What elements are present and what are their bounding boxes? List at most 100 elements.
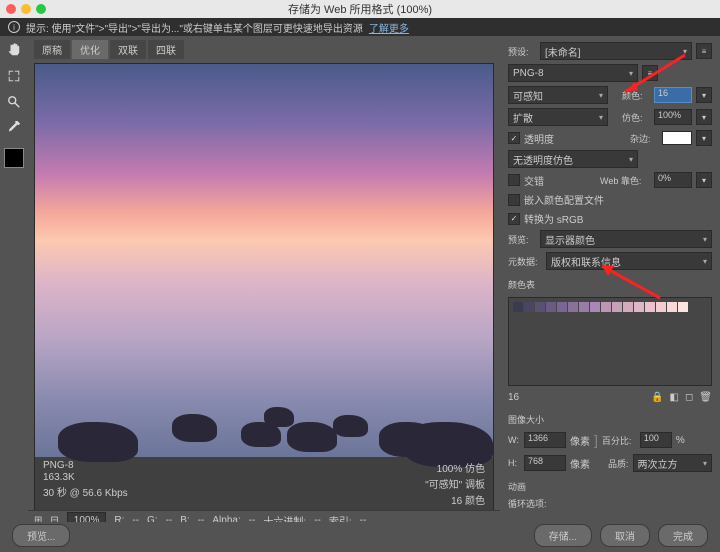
colors-stepper-icon[interactable]: ▾: [696, 87, 712, 103]
colors-input[interactable]: 16: [654, 87, 692, 103]
info-colors: 16 颜色: [425, 492, 485, 507]
hand-tool[interactable]: [4, 40, 24, 60]
minimize-icon[interactable]: [21, 4, 31, 14]
reduction-select[interactable]: 可感知: [508, 86, 608, 104]
toolbar: [0, 36, 28, 516]
dither-stepper-icon[interactable]: ▾: [696, 109, 712, 125]
color-swatch[interactable]: [546, 302, 556, 312]
color-swatch[interactable]: [656, 302, 666, 312]
link-icon[interactable]: ]: [594, 432, 598, 448]
learn-more-link[interactable]: 了解更多: [369, 20, 409, 35]
format-menu-icon[interactable]: ≡: [642, 65, 658, 81]
trans-dither-select[interactable]: 无透明度仿色: [508, 150, 638, 168]
matte-menu-icon[interactable]: ▾: [696, 130, 712, 146]
metadata-label: 元数据:: [508, 255, 542, 268]
dialog-buttons: 预览... 存储... 取消 完成: [0, 522, 720, 548]
preset-menu-icon[interactable]: ≡: [696, 43, 712, 59]
web-snap-input[interactable]: 0%: [654, 172, 692, 188]
matte-label: 杂边:: [630, 132, 658, 145]
preview-info: PNG-8 163.3K 30 秒 @ 56.6 Kbps 100% 仿色 "可…: [35, 456, 493, 511]
color-swatch[interactable]: [634, 302, 644, 312]
image-size-label: 图像大小: [508, 413, 712, 426]
done-button[interactable]: 完成: [658, 524, 708, 547]
color-swatch[interactable]: [623, 302, 633, 312]
convert-srgb-label: 转换为 sRGB: [524, 211, 583, 226]
color-swatch[interactable]: [513, 302, 523, 312]
embed-profile-label: 嵌入颜色配置文件: [524, 192, 604, 207]
dither-method-select[interactable]: 扩散: [508, 108, 608, 126]
interlaced-label: 交错: [524, 173, 544, 188]
tab-4up[interactable]: 四联: [148, 40, 184, 59]
cancel-button[interactable]: 取消: [600, 524, 650, 547]
window-title: 存储为 Web 所用格式 (100%): [288, 1, 432, 17]
trash-icon[interactable]: 🗑: [699, 392, 712, 403]
titlebar: 存储为 Web 所用格式 (100%): [0, 0, 720, 18]
quality-select[interactable]: 两次立方: [633, 454, 712, 472]
loop-label: 循环选项:: [508, 497, 556, 510]
preview-image: [35, 64, 493, 457]
transparency-checkbox[interactable]: [508, 132, 520, 144]
format-select[interactable]: PNG-8: [508, 64, 638, 82]
tab-optimized[interactable]: 优化: [72, 40, 108, 59]
info-time: 30 秒 @ 56.6 Kbps: [43, 484, 128, 499]
zoom-tool[interactable]: [4, 92, 24, 112]
percent-label: 百分比:: [602, 434, 636, 447]
dither-label: 仿色:: [622, 111, 650, 124]
new-color-icon[interactable]: ◻: [685, 392, 693, 403]
metadata-select[interactable]: 版权和联系信息: [546, 252, 712, 270]
width-label: W:: [508, 435, 520, 445]
color-swatch[interactable]: [557, 302, 567, 312]
matte-swatch[interactable]: [662, 131, 692, 145]
close-icon[interactable]: [6, 4, 16, 14]
color-table[interactable]: [508, 297, 712, 386]
hint-text: 提示: 使用"文件">"导出">"导出为..."或右键单击某个图层可更快速地导出…: [26, 20, 363, 35]
tab-original[interactable]: 原稿: [34, 40, 70, 59]
height-input[interactable]: 768: [524, 455, 566, 471]
width-input[interactable]: 1366: [524, 432, 566, 448]
info-size: 163.3K: [43, 472, 128, 483]
embed-profile-checkbox[interactable]: [508, 194, 520, 206]
preview-label: 预览:: [508, 233, 536, 246]
web-snap-stepper-icon[interactable]: ▾: [696, 172, 712, 188]
preset-select[interactable]: [未命名]: [540, 42, 692, 60]
preview-button[interactable]: 预览...: [12, 524, 70, 547]
map-icon[interactable]: ◧: [670, 392, 679, 403]
preview-select[interactable]: 显示器颜色: [540, 230, 712, 248]
foreground-color[interactable]: [4, 148, 24, 168]
maximize-icon[interactable]: [36, 4, 46, 14]
animation-label: 动画: [508, 480, 712, 493]
transparency-label: 透明度: [524, 131, 554, 146]
color-swatch[interactable]: [535, 302, 545, 312]
preview-tabs: 原稿 优化 双联 四联: [34, 40, 494, 59]
color-swatch[interactable]: [568, 302, 578, 312]
window-controls: [6, 4, 46, 14]
hint-bar: i 提示: 使用"文件">"导出">"导出为..."或右键单击某个图层可更快速地…: [0, 18, 720, 36]
convert-srgb-checkbox[interactable]: [508, 213, 520, 225]
slice-select-tool[interactable]: [4, 66, 24, 86]
dither-input[interactable]: 100%: [654, 109, 692, 125]
save-button[interactable]: 存储...: [534, 524, 592, 547]
eyedropper-tool[interactable]: [4, 118, 24, 138]
color-swatch[interactable]: [612, 302, 622, 312]
color-swatch[interactable]: [667, 302, 677, 312]
colors-label: 颜色:: [622, 89, 650, 102]
color-swatch[interactable]: [590, 302, 600, 312]
interlaced-checkbox[interactable]: [508, 174, 520, 186]
height-unit: 像素: [570, 456, 590, 471]
settings-panel: 预设: [未命名] ≡ PNG-8 ≡ 可感知 颜色: 16 ▾ 扩散 仿色: …: [500, 36, 720, 516]
tab-2up[interactable]: 双联: [110, 40, 146, 59]
color-swatch[interactable]: [645, 302, 655, 312]
color-table-label: 颜色表: [508, 278, 712, 291]
lock-icon[interactable]: 🔒: [651, 392, 663, 403]
info-dither: 100% 仿色: [425, 460, 485, 475]
preset-label: 预设:: [508, 45, 536, 58]
info-format: PNG-8: [43, 460, 128, 471]
width-unit: 像素: [570, 433, 590, 448]
color-swatch[interactable]: [678, 302, 688, 312]
color-swatch[interactable]: [524, 302, 534, 312]
preview-area[interactable]: PNG-8 163.3K 30 秒 @ 56.6 Kbps 100% 仿色 "可…: [34, 63, 494, 512]
color-swatch[interactable]: [601, 302, 611, 312]
color-swatch[interactable]: [579, 302, 589, 312]
color-count: 16: [508, 392, 519, 403]
percent-input[interactable]: 100: [640, 432, 672, 448]
